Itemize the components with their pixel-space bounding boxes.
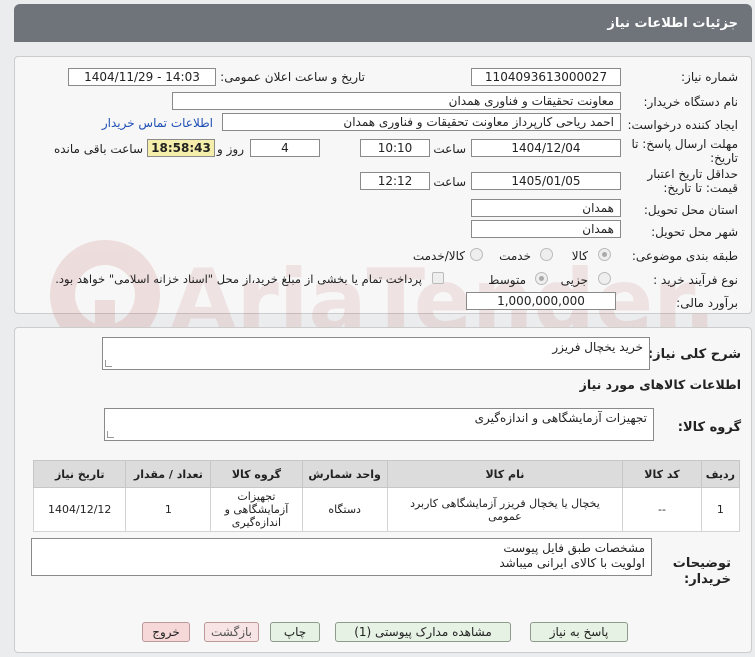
announce-date-label: تاریخ و ساعت اعلان عمومی: xyxy=(220,70,365,84)
validity-time-label: ساعت xyxy=(433,175,466,189)
goods-section-title: اطلاعات کالاهای مورد نیاز xyxy=(579,377,741,392)
need-number-field: 1104093613000027 xyxy=(471,68,621,86)
col-header-group: گروه کالا xyxy=(210,460,303,488)
print-button[interactable]: چاپ xyxy=(270,622,320,642)
reply-to-need-button[interactable]: پاسخ به نیاز xyxy=(530,622,628,642)
process-medium-label: متوسط xyxy=(488,273,526,287)
col-header-code: کد کالا xyxy=(622,460,702,488)
items-table: ردیف کد کالا نام کالا واحد شمارش گروه کا… xyxy=(32,460,741,532)
category-both-label: کالا/خدمت xyxy=(412,249,465,263)
reply-time-field: 10:10 xyxy=(360,139,430,157)
resize-handle-icon[interactable] xyxy=(107,431,114,438)
reply-date-field: 1404/12/04 xyxy=(471,139,621,157)
cell-code: -- xyxy=(622,487,702,532)
announce-date-field: 1404/11/29 - 14:03 xyxy=(68,68,216,86)
creator-field: احمد ریاحی کارپرداز معاونت تحقیقات و فنا… xyxy=(222,113,621,131)
col-header-quantity: تعداد / مقدار xyxy=(125,460,212,488)
process-medium-radio[interactable] xyxy=(535,272,548,285)
estimate-field: 1,000,000,000 xyxy=(466,292,616,310)
goods-group-label: گروه کالا: xyxy=(677,420,741,435)
table-row[interactable]: 1 -- یخچال یا یخچال فریزر آزمایشگاهی کار… xyxy=(32,487,741,532)
cell-name: یخچال یا یخچال فریزر آزمایشگاهی کاربرد ع… xyxy=(386,487,624,532)
goods-group-field: تجهیزات آزمایشگاهی و اندازه‌گیری xyxy=(104,408,654,441)
reply-deadline-label: مهلت ارسال پاسخ: تا تاریخ: xyxy=(631,137,738,165)
resize-handle-icon[interactable] xyxy=(105,360,112,367)
view-attachments-button[interactable]: مشاهده مدارک پیوستی (1) xyxy=(335,622,511,642)
exit-button[interactable]: خروج xyxy=(142,622,190,642)
summary-text: خرید یخچال فریزر xyxy=(552,340,643,354)
cell-quantity: 1 xyxy=(125,487,212,532)
cell-group: تجهیزات آزمایشگاهی و اندازه‌گیری xyxy=(210,487,303,532)
category-both-radio[interactable] xyxy=(470,248,483,261)
buyer-contact-link[interactable]: اطلاعات تماس خریدار xyxy=(102,116,213,130)
creator-label: ایجاد کننده درخواست: xyxy=(627,118,738,132)
goods-group-text: تجهیزات آزمایشگاهی و اندازه‌گیری xyxy=(474,411,647,425)
col-header-row-number: ردیف xyxy=(700,460,741,488)
category-service-label: خدمت xyxy=(499,249,531,263)
col-header-name: نام کالا xyxy=(386,460,624,488)
city-label: شهر محل تحویل: xyxy=(651,225,738,239)
category-label: طبقه بندی موضوعی: xyxy=(631,249,738,263)
process-minor-radio[interactable] xyxy=(598,272,611,285)
page-header: جزئیات اطلاعات نیاز xyxy=(14,4,752,42)
remaining-days-field: 4 xyxy=(250,139,320,157)
buyer-notes-line-1: مشخصات طبق فایل پیوست xyxy=(503,541,645,555)
buyer-notes-field: مشخصات طبق فایل پیوست اولویت با کالای ای… xyxy=(31,538,652,576)
buyer-notes-label: توضیحات خریدار: xyxy=(672,556,731,587)
process-minor-label: جزیی xyxy=(560,273,588,287)
buyer-notes-line-2: اولویت با کالای ایرانی میباشد xyxy=(499,556,645,570)
need-number-label: شماره نیاز: xyxy=(681,70,738,84)
days-and-label: روز و xyxy=(217,142,244,156)
price-validity-label: حداقل تاریخ اعتبار قیمت: تا تاریخ: xyxy=(647,167,738,195)
buyer-org-label: نام دستگاه خریدار: xyxy=(643,95,739,109)
treasury-payment-checkbox[interactable] xyxy=(432,272,444,284)
reply-time-label: ساعت xyxy=(433,142,466,156)
category-goods-radio[interactable] xyxy=(598,248,611,261)
table-header-row: ردیف کد کالا نام کالا واحد شمارش گروه کا… xyxy=(32,460,741,488)
province-label: استان محل تحویل: xyxy=(643,203,738,217)
treasury-payment-note: پرداخت تمام یا بخشی از مبلغ خرید،از محل … xyxy=(55,272,422,286)
col-header-unit: واحد شمارش xyxy=(301,460,388,488)
back-button[interactable]: بازگشت xyxy=(204,622,259,642)
page-title: جزئیات اطلاعات نیاز xyxy=(607,16,738,31)
city-field: همدان xyxy=(471,220,621,238)
cell-unit: دستگاه xyxy=(301,487,388,532)
remaining-time-label: ساعت باقی مانده xyxy=(53,142,143,156)
cell-need-date: 1404/12/12 xyxy=(32,487,127,532)
cell-row-number: 1 xyxy=(700,487,741,532)
category-service-radio[interactable] xyxy=(540,248,553,261)
process-label: نوع فرآیند خرید : xyxy=(653,273,738,287)
buyer-org-field: معاونت تحقیقات و فناوری همدان xyxy=(172,92,621,110)
summary-field: خرید یخچال فریزر xyxy=(102,337,650,370)
category-goods-label: کالا xyxy=(571,249,588,263)
col-header-need-date: تاریخ نیاز xyxy=(32,460,127,488)
estimate-label: برآورد مالی: xyxy=(676,296,738,310)
province-field: همدان xyxy=(471,199,621,217)
validity-date-field: 1405/01/05 xyxy=(471,172,621,190)
remaining-time-field: 18:58:43 xyxy=(147,139,215,157)
validity-time-field: 12:12 xyxy=(360,172,430,190)
summary-label: شرح کلی نیاز: xyxy=(647,347,741,362)
